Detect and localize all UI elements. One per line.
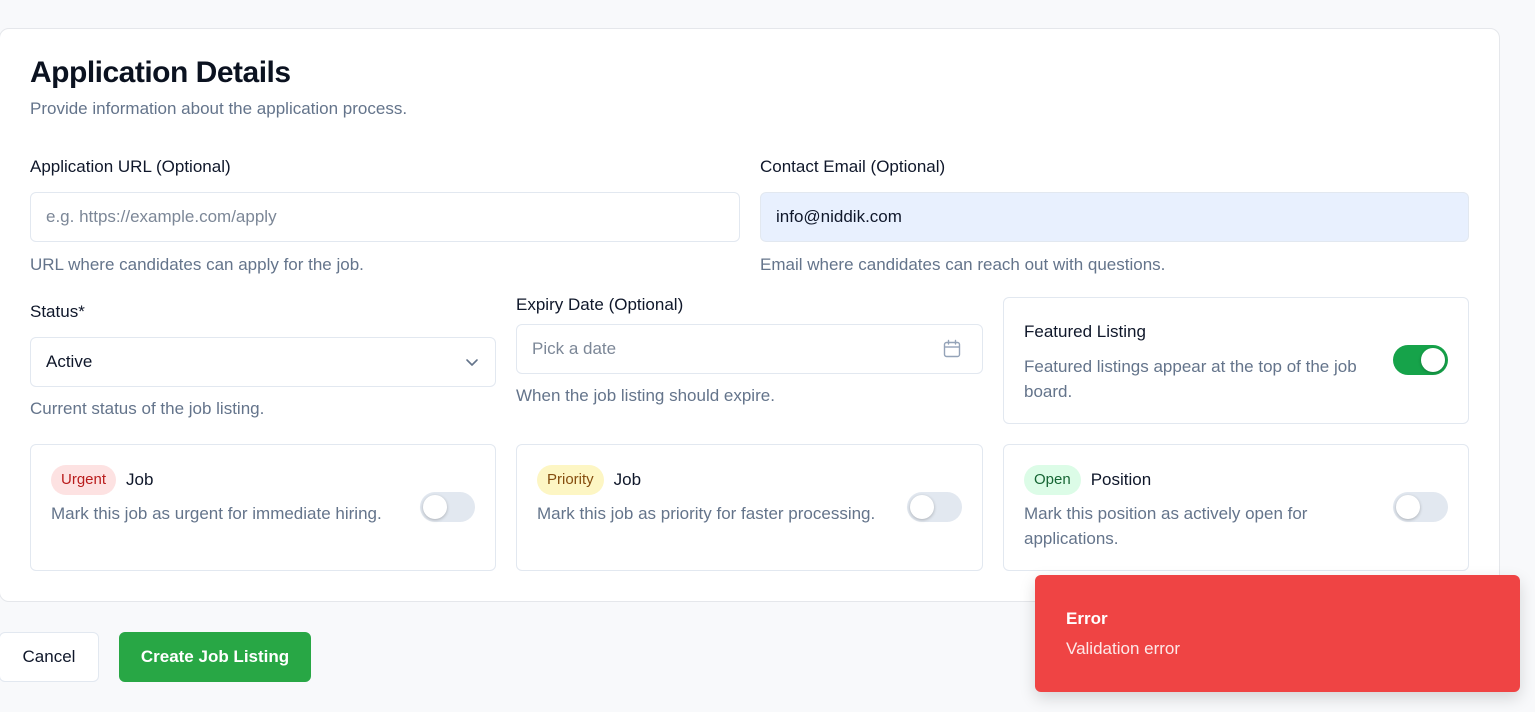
contact-email-help: Email where candidates can reach out wit…	[760, 255, 1166, 274]
expiry-date-label: Expiry Date (Optional)	[516, 295, 684, 314]
status-label: Status*	[30, 302, 85, 321]
urgent-job-description: Mark this job as urgent for immediate hi…	[51, 504, 382, 523]
urgent-job-title: Job	[126, 470, 154, 489]
application-url-label: Application URL (Optional)	[30, 157, 231, 176]
contact-email-label: Contact Email (Optional)	[760, 157, 946, 176]
featured-listing-toggle[interactable]	[1393, 345, 1448, 375]
page-subtitle: Provide information about the applicatio…	[30, 99, 408, 118]
error-toast[interactable]: Error Validation error	[1035, 575, 1520, 692]
urgent-badge: Urgent	[51, 465, 117, 495]
open-position-toggle[interactable]	[1393, 492, 1448, 522]
expiry-date-picker[interactable]: Pick a date	[516, 324, 983, 374]
open-position-title: Position	[1090, 470, 1152, 489]
urgent-job-card: Urgent Job Mark this job as urgent for i…	[30, 444, 496, 571]
priority-job-title: Job	[613, 470, 642, 489]
application-url-help: URL where candidates can apply for the j…	[30, 255, 364, 274]
application-url-input[interactable]	[30, 192, 740, 242]
toast-message: Validation error	[1066, 639, 1181, 658]
status-selected-value: Active	[46, 352, 93, 371]
expiry-date-placeholder: Pick a date	[532, 339, 617, 358]
priority-badge: Priority	[537, 465, 604, 495]
calendar-icon	[943, 339, 961, 358]
toggle-knob	[1421, 348, 1445, 372]
priority-job-description: Mark this job as priority for faster pro…	[537, 504, 876, 523]
featured-listing-description: Featured listings appear at the top of t…	[1024, 357, 1357, 401]
toggle-knob	[910, 495, 934, 519]
create-job-listing-button[interactable]: Create Job Listing	[119, 632, 311, 682]
open-position-card: Open Position Mark this position as acti…	[1003, 444, 1469, 571]
urgent-job-toggle[interactable]	[420, 492, 475, 522]
open-badge: Open	[1024, 465, 1081, 495]
priority-job-toggle[interactable]	[907, 492, 962, 522]
toggle-knob	[423, 495, 447, 519]
cancel-button[interactable]: Cancel	[0, 632, 99, 682]
open-position-description: Mark this position as actively open for …	[1024, 504, 1308, 548]
chevron-down-icon	[466, 359, 478, 366]
contact-email-input[interactable]	[760, 192, 1469, 242]
status-select[interactable]: Active	[30, 337, 496, 387]
featured-listing-card: Featured Listing Featured listings appea…	[1003, 297, 1469, 424]
featured-listing-title: Featured Listing	[1024, 322, 1146, 341]
page-title: Application Details	[30, 56, 291, 89]
toggle-knob	[1396, 495, 1420, 519]
expiry-date-help: When the job listing should expire.	[516, 386, 775, 405]
toast-title: Error	[1066, 609, 1108, 628]
status-help: Current status of the job listing.	[30, 399, 265, 418]
priority-job-card: Priority Job Mark this job as priority f…	[516, 444, 983, 571]
